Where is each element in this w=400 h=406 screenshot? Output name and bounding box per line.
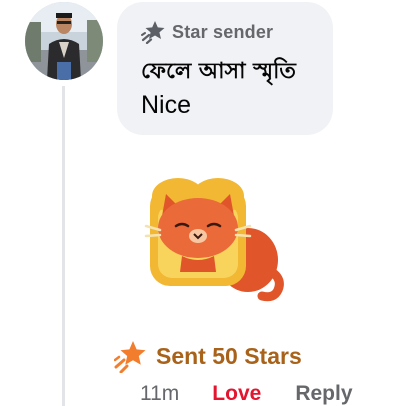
comment-bubble: Star sender ফেলে আসা স্মৃতি Nice [117,2,333,135]
avatar-photo [25,2,103,80]
cat-bread-sticker [144,178,284,302]
badge-label: Star sender [172,21,274,42]
reaction-love-button[interactable]: Love [212,382,261,406]
stars-icon [114,341,146,373]
thread-line [62,86,65,406]
stars-sent-badge: Sent 50 Stars [114,338,302,374]
timestamp[interactable]: 11m [140,382,179,406]
star-sender-badge: Star sender [141,20,273,44]
reply-button[interactable]: Reply [295,382,352,406]
star-sender-icon [141,21,165,44]
comment-actions: 11m Love Reply [140,382,353,406]
comment-text: Nice [141,91,192,119]
stars-label: Sent 50 Stars [156,342,302,369]
avatar[interactable] [25,2,103,80]
author-name[interactable]: ফেলে আসা স্মৃতি [141,54,296,91]
